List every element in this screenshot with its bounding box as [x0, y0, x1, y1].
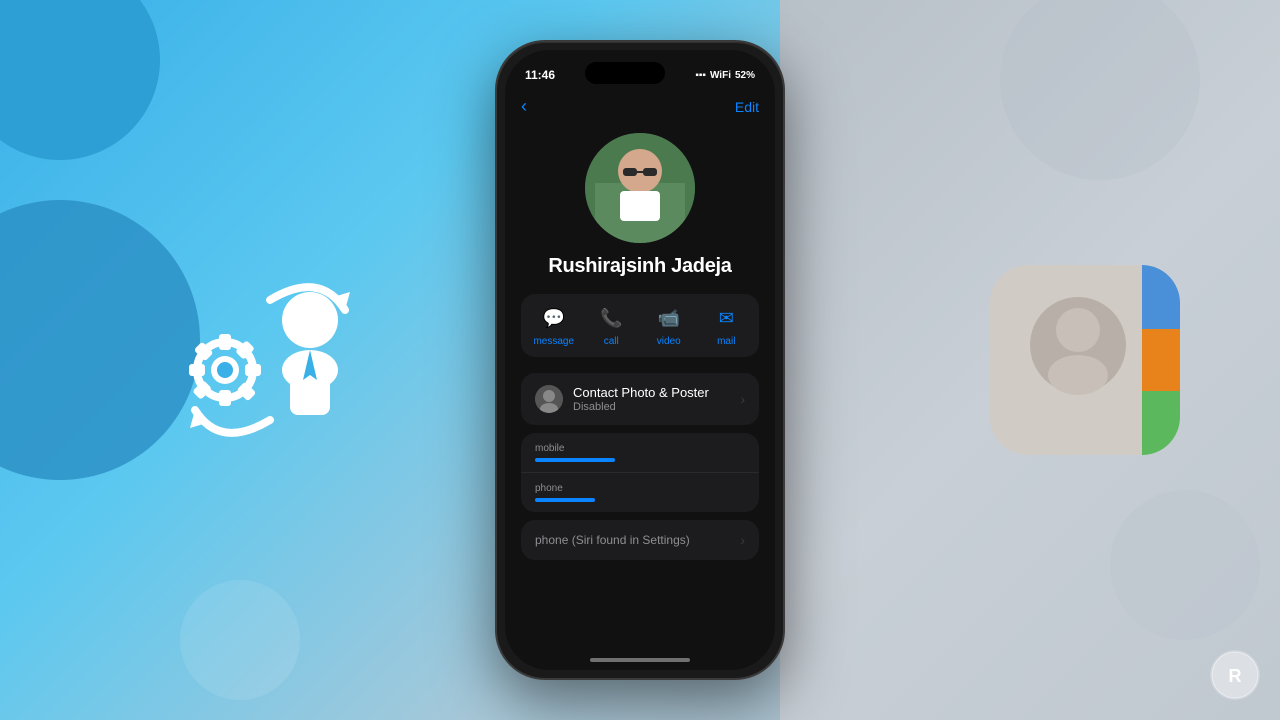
- signal-icon: ▪▪▪: [695, 70, 706, 81]
- phone-field-row: phone: [521, 473, 759, 512]
- siri-text: phone (Siri found in Settings): [535, 533, 690, 547]
- phone-mockup: 11:46 ▪▪▪ WiFi 52% ‹ Edit: [495, 40, 785, 680]
- message-icon: 💬: [540, 304, 568, 332]
- mobile-field-value: [535, 458, 615, 462]
- info-row-header: Contact Photo & Poster Disabled ›: [535, 385, 745, 413]
- mail-button[interactable]: ✉ mail: [698, 304, 756, 347]
- action-buttons: 💬 message 📞 call 📹 video ✉ mail: [521, 294, 759, 357]
- video-icon: 📹: [655, 304, 683, 332]
- contact-avatar: [585, 133, 695, 243]
- sync-settings-icon: [160, 250, 380, 470]
- contact-photo-poster-subtitle: Disabled: [573, 401, 730, 413]
- logo-svg: R: [1210, 650, 1260, 700]
- dynamic-island: [585, 62, 665, 84]
- video-label: video: [657, 336, 681, 347]
- contact-avatar-section: Rushirajsinh Jadeja: [505, 125, 775, 294]
- status-bar: 11:46 ▪▪▪ WiFi 52%: [505, 50, 775, 92]
- mail-icon: ✉: [712, 304, 740, 332]
- phone-body: 11:46 ▪▪▪ WiFi 52% ‹ Edit: [495, 40, 785, 680]
- info-row-text: Contact Photo & Poster Disabled: [573, 385, 730, 413]
- mobile-field-label: mobile: [535, 443, 745, 454]
- bg-circle-3: [180, 580, 300, 700]
- mail-label: mail: [717, 336, 735, 347]
- video-button[interactable]: 📹 video: [640, 304, 698, 347]
- siri-chevron-icon: ›: [740, 532, 745, 548]
- avatar-svg: [585, 133, 695, 243]
- contact-name: Rushirajsinh Jadeja: [548, 255, 731, 278]
- mobile-field-section: mobile phone: [521, 433, 759, 512]
- status-icons: ▪▪▪ WiFi 52%: [695, 70, 755, 81]
- contacts-app-icon: [990, 265, 1180, 455]
- message-button[interactable]: 💬 message: [525, 304, 583, 347]
- message-label: message: [533, 336, 574, 347]
- techno-logo: R: [1210, 650, 1260, 700]
- edit-button[interactable]: Edit: [735, 99, 759, 115]
- siri-row[interactable]: phone (Siri found in Settings) ›: [521, 520, 759, 560]
- power-button: [783, 182, 785, 252]
- siri-section[interactable]: phone (Siri found in Settings) ›: [521, 520, 759, 560]
- contacts-icon-inner: [990, 265, 1180, 455]
- mobile-field-row: mobile: [521, 433, 759, 473]
- contact-photo-poster-row[interactable]: Contact Photo & Poster Disabled ›: [521, 373, 759, 425]
- contacts-avatar-svg: [990, 265, 1180, 455]
- contact-photo-poster-section[interactable]: Contact Photo & Poster Disabled ›: [521, 373, 759, 425]
- nav-bar[interactable]: ‹ Edit: [505, 92, 775, 125]
- call-icon: 📞: [597, 304, 625, 332]
- home-indicator: [590, 658, 690, 662]
- bg-circle-5: [1110, 490, 1260, 640]
- wifi-icon: WiFi: [710, 70, 731, 81]
- back-button[interactable]: ‹: [521, 96, 527, 117]
- battery-icon: 52%: [735, 70, 755, 81]
- svg-text:R: R: [1229, 666, 1242, 686]
- phone-screen: 11:46 ▪▪▪ WiFi 52% ‹ Edit: [505, 50, 775, 670]
- call-button[interactable]: 📞 call: [583, 304, 641, 347]
- contact-photo-poster-title: Contact Photo & Poster: [573, 385, 730, 400]
- sync-icon-svg: [170, 260, 370, 460]
- status-time: 11:46: [525, 68, 555, 82]
- phone-field-label: phone: [535, 483, 745, 494]
- poster-avatar: [535, 385, 563, 413]
- chevron-right-icon: ›: [740, 391, 745, 407]
- call-label: call: [604, 336, 619, 347]
- phone-field-value: [535, 498, 595, 502]
